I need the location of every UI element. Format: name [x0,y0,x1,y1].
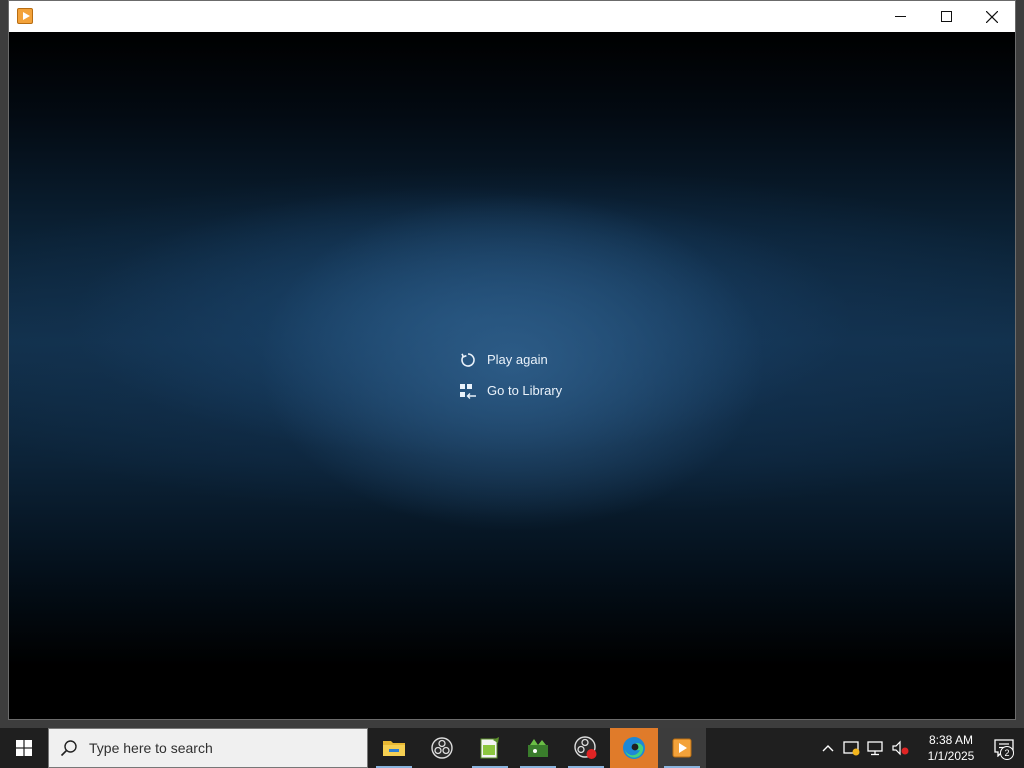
obs-recording-icon [574,736,597,759]
start-button[interactable] [0,728,48,768]
clock-date: 1/1/2025 [927,749,975,763]
taskbar-app-obs-studio[interactable] [418,728,466,768]
minimize-icon [894,16,906,17]
tray-network[interactable] [864,728,888,768]
clock-time: 8:38 AM [928,733,974,747]
end-of-playback-menu: Play again Go to Library [459,344,659,406]
action-center-button[interactable]: 2 [984,728,1024,768]
windows-logo-icon [16,740,32,756]
edge-icon [623,737,645,759]
notepad-plus-plus-icon [480,737,499,759]
window-controls [877,1,1015,32]
replay-icon [459,351,477,369]
taskbar-app-media-player[interactable] [658,728,706,768]
close-icon [986,10,998,23]
go-to-library-button[interactable]: Go to Library [459,375,659,406]
show-hidden-icons-button[interactable] [816,728,840,768]
library-icon [459,382,477,400]
taskbar-app-cygwin[interactable] [514,728,562,768]
tray-security-warning[interactable] [840,728,864,768]
go-to-library-label: Go to Library [487,383,563,398]
file-explorer-icon [383,741,405,756]
security-warning-icon [843,741,860,756]
media-player-icon [672,738,692,758]
player-content: Play again Go to Library [9,32,1015,719]
taskbar-app-notepad-plus-plus[interactable] [466,728,514,768]
title-bar[interactable] [9,1,1015,32]
taskbar-app-file-explorer[interactable] [370,728,418,768]
cygwin-icon [528,739,548,757]
maximize-button[interactable] [923,1,969,32]
play-again-button[interactable]: Play again [459,344,659,375]
tray-volume[interactable] [888,728,912,768]
play-again-label: Play again [487,352,548,367]
close-button[interactable] [969,1,1015,32]
media-player-window: Play again Go to Library [8,0,1016,720]
maximize-icon [940,11,952,22]
notification-count-badge: 2 [1000,746,1014,760]
volume-muted-icon [892,740,909,756]
minimize-button[interactable] [877,1,923,32]
network-icon [867,741,883,756]
taskbar-app-obs-recording[interactable] [562,728,610,768]
taskbar-clock[interactable]: 8:38 AM 1/1/2025 [918,732,984,764]
taskbar-app-microsoft-edge[interactable] [610,728,658,768]
search-placeholder: Type here to search [89,740,213,756]
chevron-up-icon [822,745,834,752]
taskbar-search-box[interactable]: Type here to search [48,728,368,768]
taskbar: Type here to search 8:38 AM 1/1/2025 2 [0,728,1024,768]
obs-icon [431,737,453,759]
taskbar-pinned-apps [370,728,706,768]
media-player-app-icon[interactable] [17,8,33,24]
search-icon [49,739,89,757]
system-tray: 8:38 AM 1/1/2025 2 [816,728,1024,768]
